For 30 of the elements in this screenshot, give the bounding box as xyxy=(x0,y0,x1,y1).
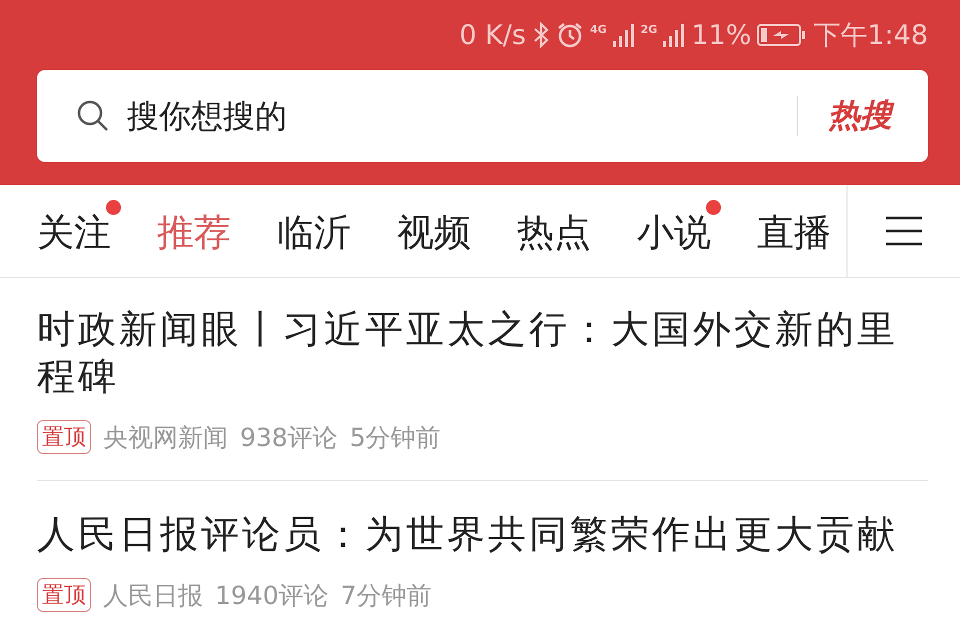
pinned-tag: 置顶 xyxy=(37,578,91,612)
publish-time: 5分钟前 xyxy=(350,422,441,454)
bluetooth-icon xyxy=(532,22,550,48)
article-source: 央视网新闻 xyxy=(103,422,228,454)
menu-icon[interactable] xyxy=(884,215,924,247)
search-field[interactable]: 搜你想搜的 热搜 xyxy=(37,70,928,162)
network-type: 2G xyxy=(640,22,658,36)
channel-tab[interactable]: 临沂 xyxy=(277,198,361,264)
article-source: 人民日报 xyxy=(103,580,203,612)
pinned-tag: 置顶 xyxy=(37,420,91,454)
article-title[interactable]: 时政新闻眼丨习近平亚太之行：大国外交新的里程碑 xyxy=(37,306,928,400)
hot-search-button[interactable]: 热搜 xyxy=(828,94,892,138)
channel-tab[interactable]: 热点 xyxy=(517,198,601,264)
alarm-icon xyxy=(556,21,584,49)
publish-time: 7分钟前 xyxy=(340,580,432,612)
clock-time: 下午1:48 xyxy=(813,19,928,53)
channel-tab[interactable]: 关注 xyxy=(37,198,121,264)
battery-percent: 11% xyxy=(691,20,752,50)
battery-charging-icon xyxy=(757,23,808,47)
signal-icon xyxy=(663,23,686,47)
comment-count: 938评论 xyxy=(240,422,338,454)
article-title[interactable]: 人民日报评论员：为世界共同繁荣作出更大贡献 xyxy=(37,511,928,558)
channel-tab[interactable]: 直播 xyxy=(757,198,841,264)
comment-count: 1940评论 xyxy=(215,580,329,612)
channel-tab[interactable]: 视频 xyxy=(397,198,481,264)
signal-icon xyxy=(612,23,635,47)
network-speed: 0 K/s xyxy=(459,20,526,50)
channel-tab[interactable]: 小说 xyxy=(637,198,721,264)
network-type: 4G xyxy=(590,22,607,36)
channel-tab[interactable]: 推荐 xyxy=(157,198,241,264)
